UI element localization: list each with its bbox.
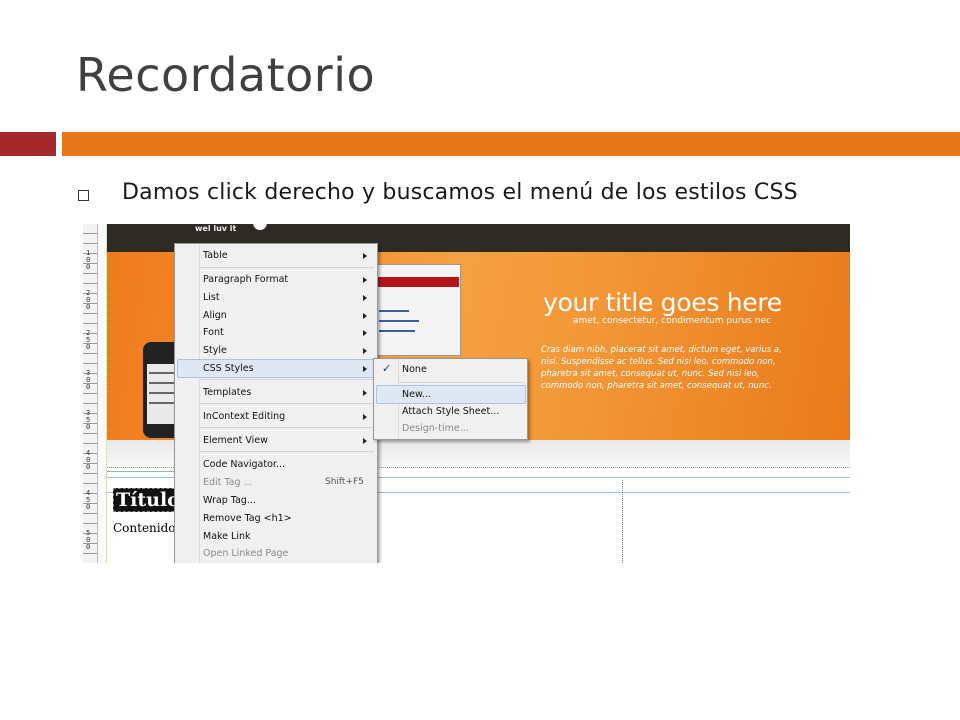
menu-item-element-view[interactable]: Element View — [203, 432, 268, 449]
submenu-item-attach-style-sheet[interactable]: Attach Style Sheet... — [402, 403, 499, 420]
banner-subtitle: amet, consectetur, condimentum purus nec — [573, 316, 771, 326]
menu-separator — [200, 267, 374, 268]
submenu-item-none[interactable]: None — [402, 361, 427, 378]
css-styles-submenu: ✓ None New... Attach Style Sheet... Desi… — [373, 358, 528, 440]
slide-title: Recordatorio — [76, 48, 376, 102]
ruler-label: 4 5 0 — [86, 489, 91, 511]
menu-separator — [200, 379, 374, 380]
menu-item-style[interactable]: Style — [203, 342, 227, 359]
website-preview-link — [379, 330, 415, 332]
submenu-arrow-icon — [363, 277, 367, 283]
h1-element[interactable]: Título — [113, 488, 179, 512]
submenu-highlight — [376, 385, 526, 404]
ruler-label: 5 0 0 — [86, 529, 91, 551]
submenu-item-new[interactable]: New... — [402, 386, 431, 403]
accent-bar-red — [0, 132, 56, 156]
menu-shortcut-edit-tag: Shift+F5 — [325, 477, 364, 487]
menu-item-templates[interactable]: Templates — [203, 384, 251, 401]
menu-gutter — [175, 244, 200, 563]
website-preview-header — [373, 277, 459, 287]
bullet-square-icon — [78, 190, 89, 201]
brand-text: wel luv it — [195, 224, 237, 233]
submenu-item-design-time[interactable]: Design-time... — [402, 420, 469, 437]
menu-item-list[interactable]: List — [203, 289, 220, 306]
menu-item-incontext-editing[interactable]: InContext Editing — [203, 408, 285, 425]
menu-item-code-navigator[interactable]: Code Navigator... — [203, 456, 285, 473]
menu-separator — [200, 451, 374, 452]
menu-item-align[interactable]: Align — [203, 307, 227, 324]
bullet-text: Damos click derecho y buscamos el menú d… — [122, 180, 798, 205]
ruler-label: 3 5 0 — [86, 409, 91, 431]
submenu-arrow-icon — [363, 366, 367, 372]
submenu-separator — [399, 382, 525, 383]
submenu-arrow-icon — [363, 414, 367, 420]
menu-item-wrap-tag[interactable]: Wrap Tag... — [203, 492, 256, 509]
submenu-arrow-icon — [363, 348, 367, 354]
content-text[interactable]: Contenido — [113, 521, 176, 535]
menu-item-font[interactable]: Font — [203, 324, 224, 341]
ruler-label: 1 0 0 — [86, 249, 91, 271]
website-preview-link — [379, 310, 409, 312]
menu-item-table[interactable]: Table — [203, 247, 228, 264]
submenu-arrow-icon — [363, 390, 367, 396]
selection-guide — [107, 471, 177, 472]
banner-title: your title goes here — [543, 288, 782, 317]
vertical-ruler: 1 0 0 2 0 0 2 5 0 3 0 0 3 5 0 4 0 0 4 5 … — [83, 224, 98, 563]
checkmark-icon: ✓ — [382, 362, 392, 375]
menu-separator — [200, 403, 374, 404]
menu-item-make-link[interactable]: Make Link — [203, 528, 251, 545]
menu-item-edit-tag[interactable]: Edit Tag ... — [203, 474, 253, 491]
ruler-label: 3 0 0 — [86, 369, 91, 391]
context-menu: Table Paragraph Format List Align Font S… — [174, 243, 378, 563]
menu-item-open-linked-page[interactable]: Open Linked Page — [203, 545, 288, 562]
submenu-arrow-icon — [363, 295, 367, 301]
h1-text: Título — [116, 489, 179, 511]
website-preview-link — [379, 320, 419, 322]
ruler-margin — [98, 224, 107, 563]
submenu-arrow-icon — [363, 330, 367, 336]
submenu-arrow-icon — [363, 438, 367, 444]
banner-paragraph: Cras diam nibh, placerat sit amet, dictu… — [541, 345, 782, 391]
menu-item-paragraph-format[interactable]: Paragraph Format — [203, 271, 288, 288]
dreamweaver-screenshot: 1 0 0 2 0 0 2 5 0 3 0 0 3 5 0 4 0 0 4 5 … — [83, 224, 850, 563]
ruler-label: 4 0 0 — [86, 449, 91, 471]
submenu-arrow-icon — [363, 313, 367, 319]
ruler-label: 2 5 0 — [86, 329, 91, 351]
menu-separator — [200, 427, 374, 428]
accent-bar-orange — [62, 132, 960, 156]
column-guide — [622, 480, 623, 563]
ruler-label: 2 0 0 — [86, 289, 91, 311]
submenu-arrow-icon — [363, 253, 367, 259]
menu-item-remove-tag[interactable]: Remove Tag <h1> — [203, 510, 292, 527]
menu-item-css-styles[interactable]: CSS Styles — [203, 360, 254, 377]
